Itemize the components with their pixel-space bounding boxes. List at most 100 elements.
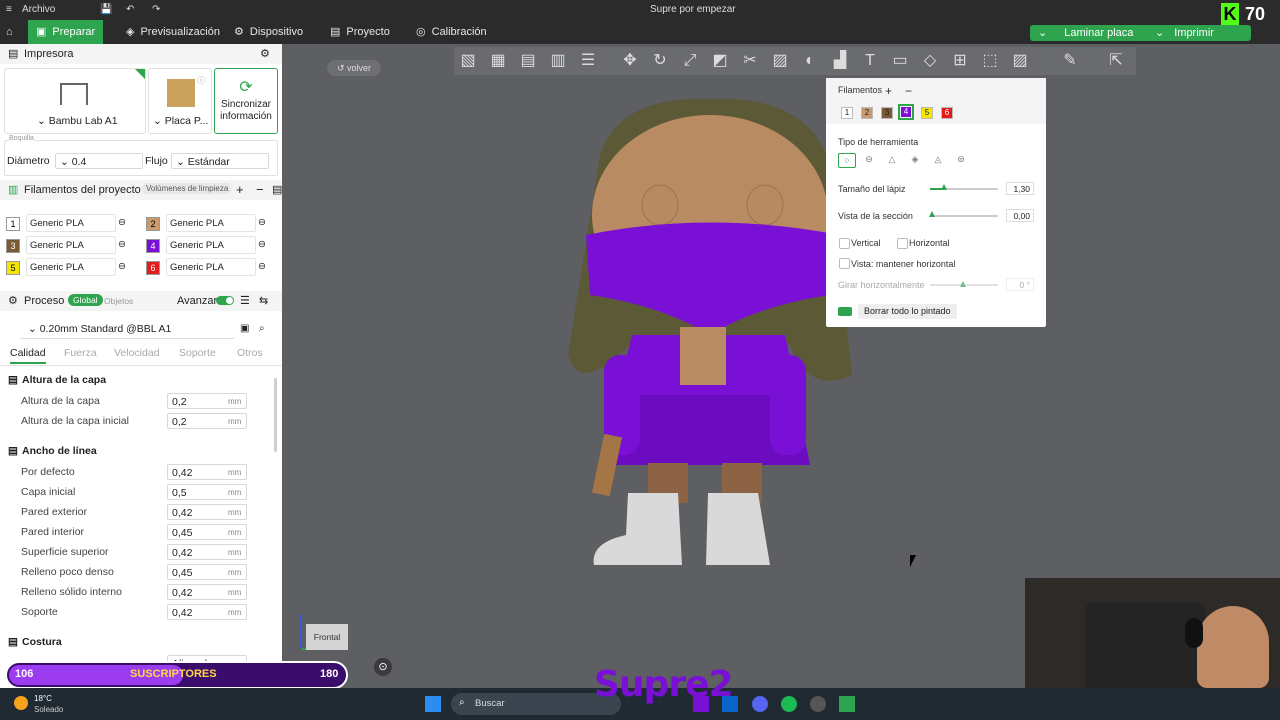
section-view-value[interactable]: 0,00 [1006, 209, 1034, 222]
nozzle-diameter-select[interactable]: ⌄ 0.4 [55, 153, 143, 169]
filament-color-chip[interactable]: 4 [146, 239, 160, 253]
ruler-icon[interactable]: ✎ [1060, 51, 1080, 71]
paint-icon[interactable]: ▟ [830, 51, 850, 71]
global-toggle[interactable]: Global [68, 294, 103, 306]
paint-filament-chip[interactable]: 2 [861, 107, 873, 119]
app-icon[interactable] [810, 696, 826, 712]
circle-tool-icon[interactable]: ○ [838, 153, 856, 168]
orient-icon[interactable]: ⬚ [980, 51, 1000, 71]
printer-select[interactable]: ⌄ Bambu Lab A1 [4, 68, 146, 134]
redo-icon[interactable]: ↷ [152, 4, 160, 15]
tab-preview[interactable]: ◈ Previsualización [118, 20, 228, 44]
place-face-icon[interactable]: ◩ [710, 51, 730, 71]
spotify-icon[interactable] [781, 696, 797, 712]
flush-volumes-button[interactable]: Volúmenes de limpieza [142, 183, 233, 194]
collapse-icon[interactable]: ▤ [272, 183, 282, 196]
process-profile-select[interactable]: ⌄ 0.20mm Standard @BBL A1 [24, 321, 234, 337]
sphere-tool-icon[interactable]: ⊖ [861, 153, 877, 166]
tab-calibration[interactable]: ◎ Calibración [408, 20, 495, 44]
remove-icon[interactable]: − [256, 182, 264, 197]
scale-icon[interactable]: ⤢ [680, 51, 700, 71]
tab-quality[interactable]: Calidad [10, 347, 46, 359]
cut-icon[interactable]: ✂ [740, 51, 760, 71]
list-icon[interactable]: ☰ [240, 294, 250, 307]
remove-filament-icon[interactable]: ⊖ [258, 217, 266, 228]
pen-size-value[interactable]: 1,30 [1006, 182, 1034, 195]
save-profile-icon[interactable]: ▣ [240, 323, 249, 334]
paint-filament-chip[interactable]: 4 [898, 104, 914, 120]
arrange-icon[interactable]: ▤ [518, 51, 538, 71]
slider-thumb[interactable] [929, 211, 935, 217]
grid-icon[interactable]: ▦ [488, 51, 508, 71]
sync-info-button[interactable]: ⟳ Sincronizar información [214, 68, 278, 134]
remove-filament-icon[interactable]: − [905, 84, 912, 98]
info-icon[interactable]: ⓘ [197, 75, 205, 86]
windows-start-icon[interactable] [425, 696, 441, 712]
move-icon[interactable]: ✥ [620, 51, 640, 71]
support-icon[interactable]: ▨ [770, 51, 790, 71]
paint-filament-chip[interactable]: 1 [841, 107, 853, 119]
discord-icon[interactable] [752, 696, 768, 712]
filament-color-chip[interactable]: 6 [146, 261, 160, 275]
fill-tool-icon[interactable]: ◬ [930, 153, 946, 166]
more-icon[interactable]: ⇱ [1106, 51, 1126, 71]
save-icon[interactable]: 💾 [100, 4, 112, 15]
filament-color-chip[interactable]: 2 [146, 217, 160, 231]
view-cube[interactable]: Frontal [300, 614, 350, 656]
clear-painting-button[interactable]: Borrar todo lo pintado [858, 304, 957, 319]
flow-select[interactable]: ⌄ Estándar [171, 153, 269, 169]
rotate-value[interactable]: 0 ° [1006, 278, 1034, 291]
slider-thumb[interactable] [940, 184, 947, 190]
home-icon[interactable]: ⌂ [0, 20, 26, 44]
tab-project[interactable]: ▤ Proyecto [322, 20, 398, 44]
boolean-icon[interactable]: ⊞ [950, 51, 970, 71]
rotate-slider-thumb[interactable] [960, 281, 966, 287]
add-cube-icon[interactable]: ▧ [458, 51, 478, 71]
layout-icon[interactable]: ▥ [548, 51, 568, 71]
section-view-slider[interactable] [929, 211, 998, 217]
tab-device[interactable]: ⚙ Dispositivo [226, 20, 311, 44]
height-range-tool-icon[interactable]: ◈ [907, 153, 923, 166]
vertical-checkbox[interactable] [839, 238, 850, 249]
remove-filament-icon[interactable]: ⊖ [258, 239, 266, 250]
scrollbar[interactable] [274, 378, 277, 452]
rotate-icon[interactable]: ↻ [650, 51, 670, 71]
measure-icon[interactable]: ▭ [890, 51, 910, 71]
plate-select[interactable]: ⓘ ⌄ Placa P... [148, 68, 212, 134]
assembly-icon[interactable]: ◇ [920, 51, 940, 71]
tab-speed[interactable]: Velocidad [114, 347, 160, 359]
print-plate-button[interactable]: ⌄Imprimir placa [1147, 25, 1251, 55]
add-icon[interactable]: + [236, 182, 244, 197]
tab-strength[interactable]: Fuerza [64, 347, 97, 359]
compare-icon[interactable]: ⇆ [259, 294, 268, 307]
advanced-switch[interactable] [216, 296, 234, 305]
list-view-icon[interactable]: ☰ [578, 51, 598, 71]
keep-horizontal-checkbox[interactable] [839, 258, 850, 269]
bambu-studio-icon[interactable] [839, 696, 855, 712]
add-filament-icon[interactable]: + [885, 84, 892, 98]
remove-filament-icon[interactable]: ⊖ [258, 261, 266, 272]
file-menu[interactable]: Archivo [22, 4, 55, 15]
tab-prepare[interactable]: ▣ Preparar [28, 20, 104, 44]
tab-others[interactable]: Otros [237, 347, 263, 359]
tab-support[interactable]: Soporte [179, 347, 216, 359]
settings-gear-icon[interactable]: ⚙ [260, 47, 270, 60]
triangle-tool-icon[interactable]: △ [884, 153, 900, 166]
filament-color-chip[interactable]: 5 [6, 261, 20, 275]
text-icon[interactable]: T [860, 51, 880, 71]
paint-filament-chip[interactable]: 6 [941, 107, 953, 119]
remove-filament-icon[interactable]: ⊖ [118, 261, 126, 272]
undo-icon[interactable]: ↶ [126, 4, 134, 15]
filament-color-chip[interactable]: 1 [6, 217, 20, 231]
search-icon[interactable]: ⌕ [259, 323, 265, 334]
back-button[interactable]: ↺ volver [327, 60, 381, 76]
app-menu-icon[interactable]: ≡ [6, 4, 12, 15]
objects-toggle[interactable]: Objetos [104, 296, 133, 306]
paint-filament-chip[interactable]: 5 [921, 107, 933, 119]
fit-view-icon[interactable]: ⊙ [374, 658, 392, 676]
filament-color-chip[interactable]: 3 [6, 239, 20, 253]
remove-filament-icon[interactable]: ⊖ [118, 217, 126, 228]
pen-size-slider[interactable] [930, 184, 998, 190]
remove-filament-icon[interactable]: ⊖ [118, 239, 126, 250]
horizontal-checkbox[interactable] [897, 238, 908, 249]
